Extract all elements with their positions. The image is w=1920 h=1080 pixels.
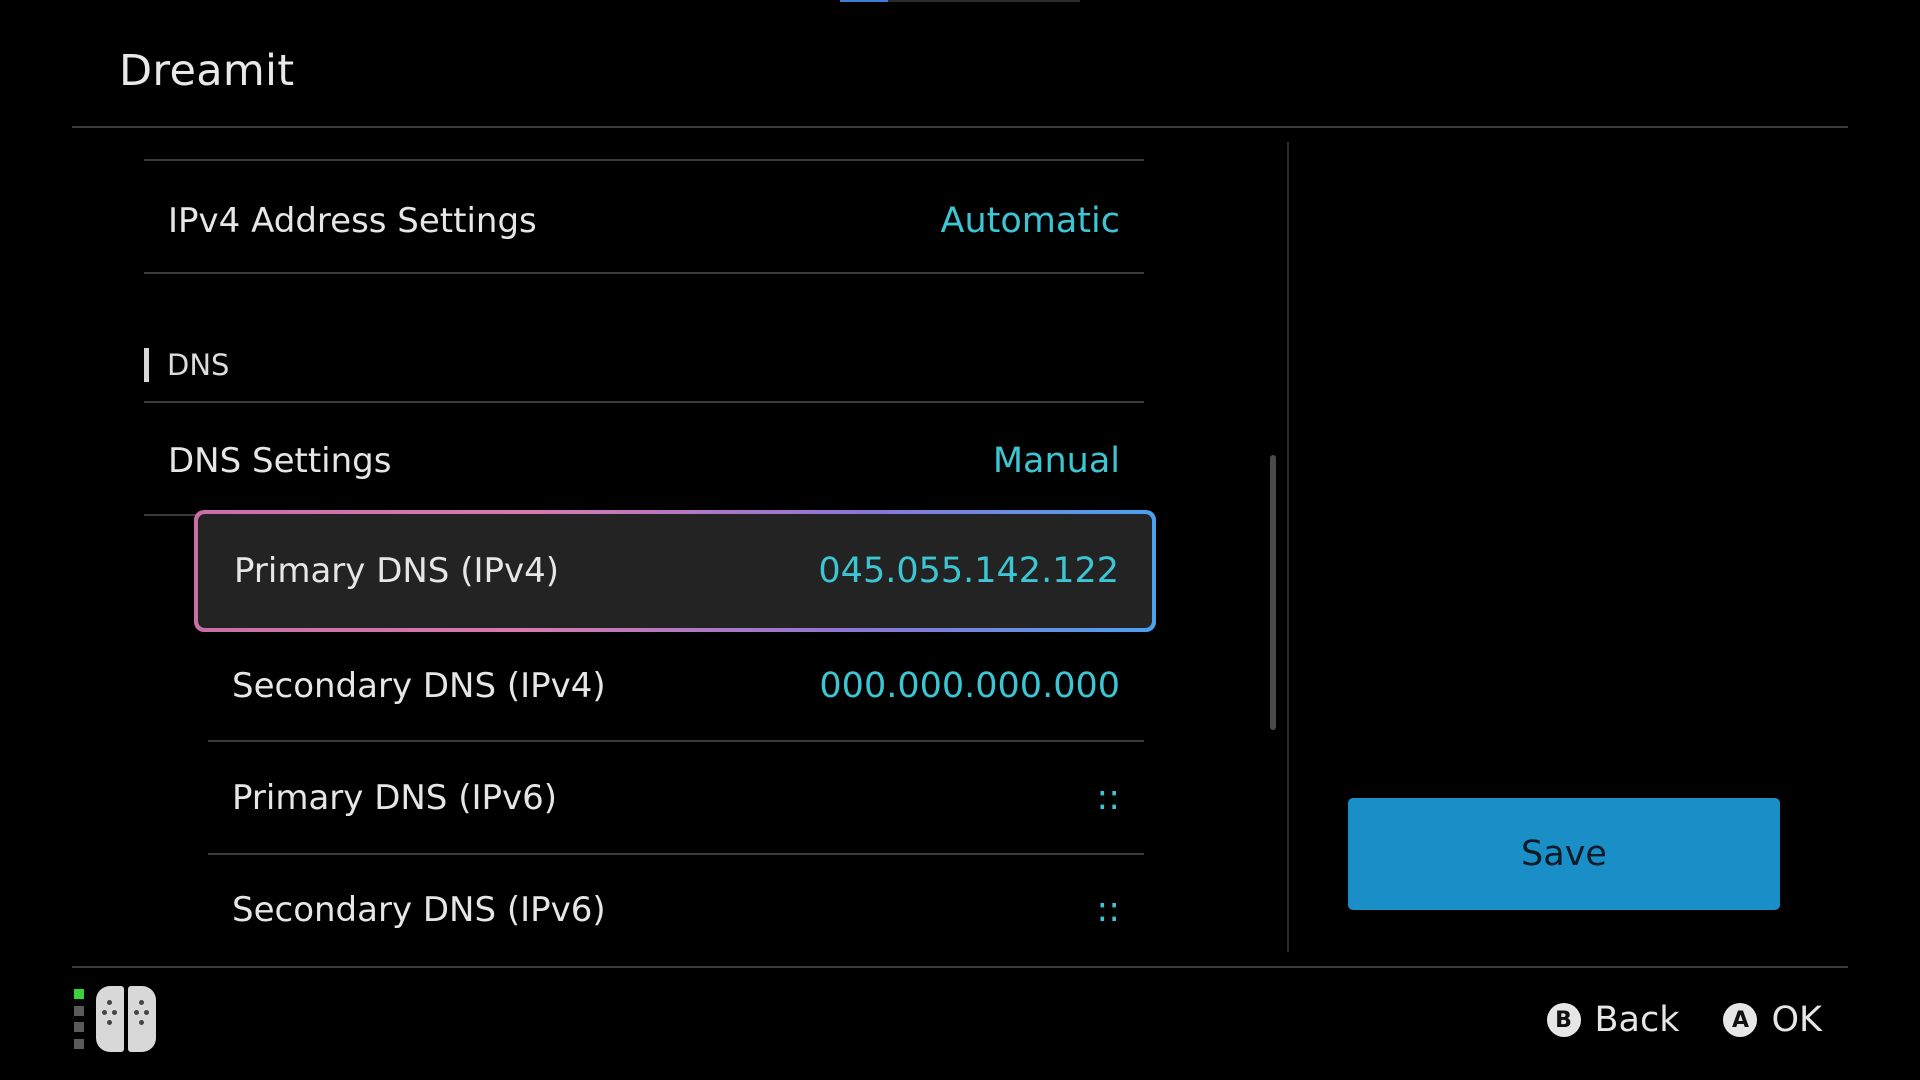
- row-label: Primary DNS (IPv4): [234, 551, 560, 591]
- row-divider: [144, 159, 1144, 161]
- back-label: Back: [1594, 1000, 1680, 1040]
- row-label: Secondary DNS (IPv6): [232, 890, 606, 930]
- row-label: Primary DNS (IPv6): [232, 778, 558, 818]
- b-button-icon: B: [1546, 1003, 1581, 1037]
- save-button[interactable]: Save: [1348, 798, 1780, 910]
- row-label: Secondary DNS (IPv4): [232, 666, 606, 706]
- section-title: DNS: [167, 348, 230, 382]
- secondary-dns-ipv4-row[interactable]: Secondary DNS (IPv4) 000.000.000.000: [208, 632, 1144, 740]
- row-value: Manual: [992, 441, 1120, 481]
- primary-dns-ipv6-row[interactable]: Primary DNS (IPv6) ::: [208, 742, 1144, 854]
- row-label: DNS Settings: [168, 441, 392, 481]
- list-scrollbar[interactable]: [1270, 455, 1276, 730]
- footer-controls: B Back A OK: [1503, 994, 1822, 1046]
- row-divider: [144, 514, 200, 516]
- section-marker: [144, 348, 149, 382]
- joycon-right-icon: [128, 986, 156, 1052]
- settings-list: IPv4 Address Settings Automatic DNS DNS …: [0, 0, 1200, 1080]
- a-button-icon: A: [1723, 1003, 1758, 1037]
- back-control[interactable]: B Back: [1546, 1000, 1680, 1040]
- secondary-dns-ipv6-row[interactable]: Secondary DNS (IPv6) ::: [208, 855, 1144, 965]
- primary-dns-ipv4-row[interactable]: Primary DNS (IPv4) 045.055.142.122: [194, 510, 1156, 632]
- battery-level-icon: [74, 989, 84, 1049]
- row-value: ::: [1096, 890, 1120, 930]
- section-divider: [144, 401, 1144, 403]
- controller-status: [74, 986, 156, 1052]
- section-header-dns: DNS: [144, 348, 229, 382]
- panel-divider: [1287, 142, 1289, 952]
- row-value: 045.055.142.122: [818, 551, 1119, 591]
- row-divider: [144, 272, 1144, 274]
- row-value: Automatic: [940, 201, 1121, 241]
- selection-highlight: Primary DNS (IPv4) 045.055.142.122: [198, 514, 1152, 628]
- ok-label: OK: [1771, 1000, 1822, 1040]
- ipv4-address-settings-row[interactable]: IPv4 Address Settings Automatic: [144, 170, 1144, 272]
- joycon-pair-icon: [96, 986, 124, 1052]
- network-settings-screen: Dreamit IPv4 Address Settings Automatic …: [0, 0, 1920, 1080]
- footer-divider: [72, 966, 1848, 968]
- dns-settings-row[interactable]: DNS Settings Manual: [144, 408, 1144, 514]
- row-value: ::: [1096, 778, 1120, 818]
- row-label: IPv4 Address Settings: [168, 201, 537, 241]
- row-value: 000.000.000.000: [819, 666, 1120, 706]
- ok-control[interactable]: A OK: [1723, 1000, 1822, 1040]
